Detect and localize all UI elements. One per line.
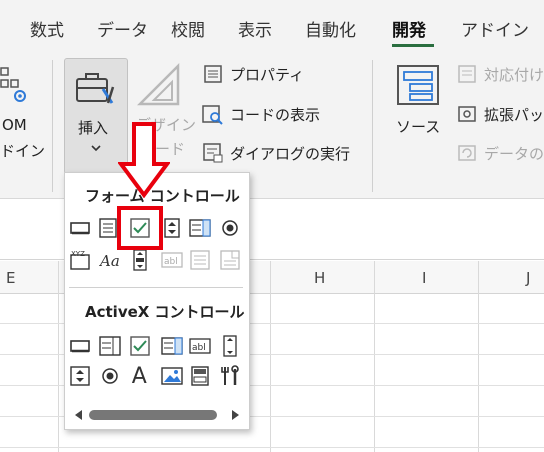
xml-source-button[interactable]: ソース (396, 116, 440, 137)
svg-text:Aa: Aa (99, 252, 120, 270)
svg-text:abl: abl (164, 257, 178, 267)
ribbon-separator (372, 60, 373, 192)
form-list-box-icon[interactable] (189, 217, 211, 239)
refresh-data-button[interactable]: データの (484, 143, 544, 164)
tab-addins[interactable]: アドイン (461, 16, 529, 41)
map-properties-icon (458, 65, 476, 83)
activex-more-controls-icon[interactable] (219, 365, 241, 387)
properties-icon (204, 65, 222, 83)
activex-controls-title: ActiveX コントロール (85, 303, 245, 321)
com-addins-label-2[interactable]: ドイン (0, 140, 45, 161)
grid-line (374, 261, 375, 452)
form-group-box-icon[interactable]: XYZ (69, 249, 91, 271)
grid-line (0, 447, 544, 448)
activex-spin-button-icon[interactable] (69, 365, 91, 387)
tab-automate[interactable]: 自動化 (305, 16, 356, 41)
column-header-j[interactable]: J (526, 269, 530, 287)
svg-text:A: A (132, 364, 147, 385)
tab-data[interactable]: データ (97, 16, 148, 41)
run-dialog-button[interactable]: ダイアログの実行 (230, 143, 350, 164)
svg-text:abl: abl (192, 343, 206, 353)
red-arrow-down-icon (118, 122, 170, 198)
form-option-button-icon[interactable] (219, 217, 241, 239)
form-text-field-icon[interactable]: abl (161, 249, 183, 271)
column-header-i[interactable]: I (422, 269, 426, 287)
section-divider (69, 287, 243, 288)
activex-command-button-icon[interactable] (69, 335, 91, 357)
form-button-icon[interactable] (69, 217, 91, 239)
expansion-packs-button[interactable]: 拡張パッ (484, 104, 544, 125)
chevron-down-icon (91, 145, 101, 152)
run-dialog-icon (203, 143, 223, 163)
activex-option-button-icon[interactable] (99, 365, 121, 387)
properties-button[interactable]: プロパティ (230, 64, 304, 85)
map-properties-button[interactable]: 対応付け (484, 64, 544, 85)
form-spin-button-icon[interactable] (161, 217, 183, 239)
expansion-packs-icon (458, 106, 476, 122)
com-addins-label-1[interactable]: OM (2, 116, 27, 134)
form-combo-dropdown-edit-icon[interactable] (219, 249, 241, 271)
svg-text:XYZ: XYZ (71, 250, 85, 258)
column-header-h[interactable]: H (314, 269, 325, 287)
xml-source-icon (397, 65, 439, 105)
column-header-e[interactable]: E (6, 269, 15, 287)
grid-line (58, 261, 59, 452)
form-combo-box-icon[interactable] (97, 217, 119, 239)
form-combo-list-edit-icon[interactable] (189, 249, 211, 271)
grid-line (478, 261, 479, 452)
tab-view[interactable]: 表示 (238, 16, 272, 41)
view-code-icon (202, 105, 223, 125)
tab-developer[interactable]: 開発 (392, 16, 426, 41)
activex-combo-box-icon[interactable] (99, 335, 121, 357)
refresh-data-icon (458, 145, 476, 161)
toolbox-icon (75, 67, 119, 111)
tab-formulas[interactable]: 数式 (30, 16, 64, 41)
tab-review[interactable]: 校閲 (171, 16, 205, 41)
active-tab-indicator (392, 44, 434, 47)
grid-line (270, 261, 271, 452)
com-addins-icon[interactable] (0, 62, 40, 102)
activex-text-box-icon[interactable]: abl (189, 335, 211, 357)
insert-label: 挿入 (78, 119, 109, 137)
activex-image-icon[interactable] (161, 365, 183, 387)
form-scroll-bar-icon[interactable] (129, 249, 151, 271)
activex-label-icon[interactable]: A (129, 363, 151, 385)
activex-list-box-icon[interactable] (161, 335, 183, 357)
activex-scroll-bar-icon[interactable] (219, 335, 241, 357)
activex-toggle-button-icon[interactable] (189, 365, 211, 387)
ribbon-separator (52, 60, 53, 192)
design-mode-icon (136, 62, 182, 112)
highlight-box (117, 206, 163, 250)
view-code-button[interactable]: コードの表示 (230, 104, 320, 125)
form-label-icon[interactable]: Aa (99, 249, 121, 271)
activex-check-box-icon[interactable] (129, 335, 151, 357)
dropdown-scrollbar[interactable] (73, 407, 241, 423)
ribbon-tab-bar: 数式 データ 校閲 表示 自動化 開発 アドイン (0, 0, 544, 50)
